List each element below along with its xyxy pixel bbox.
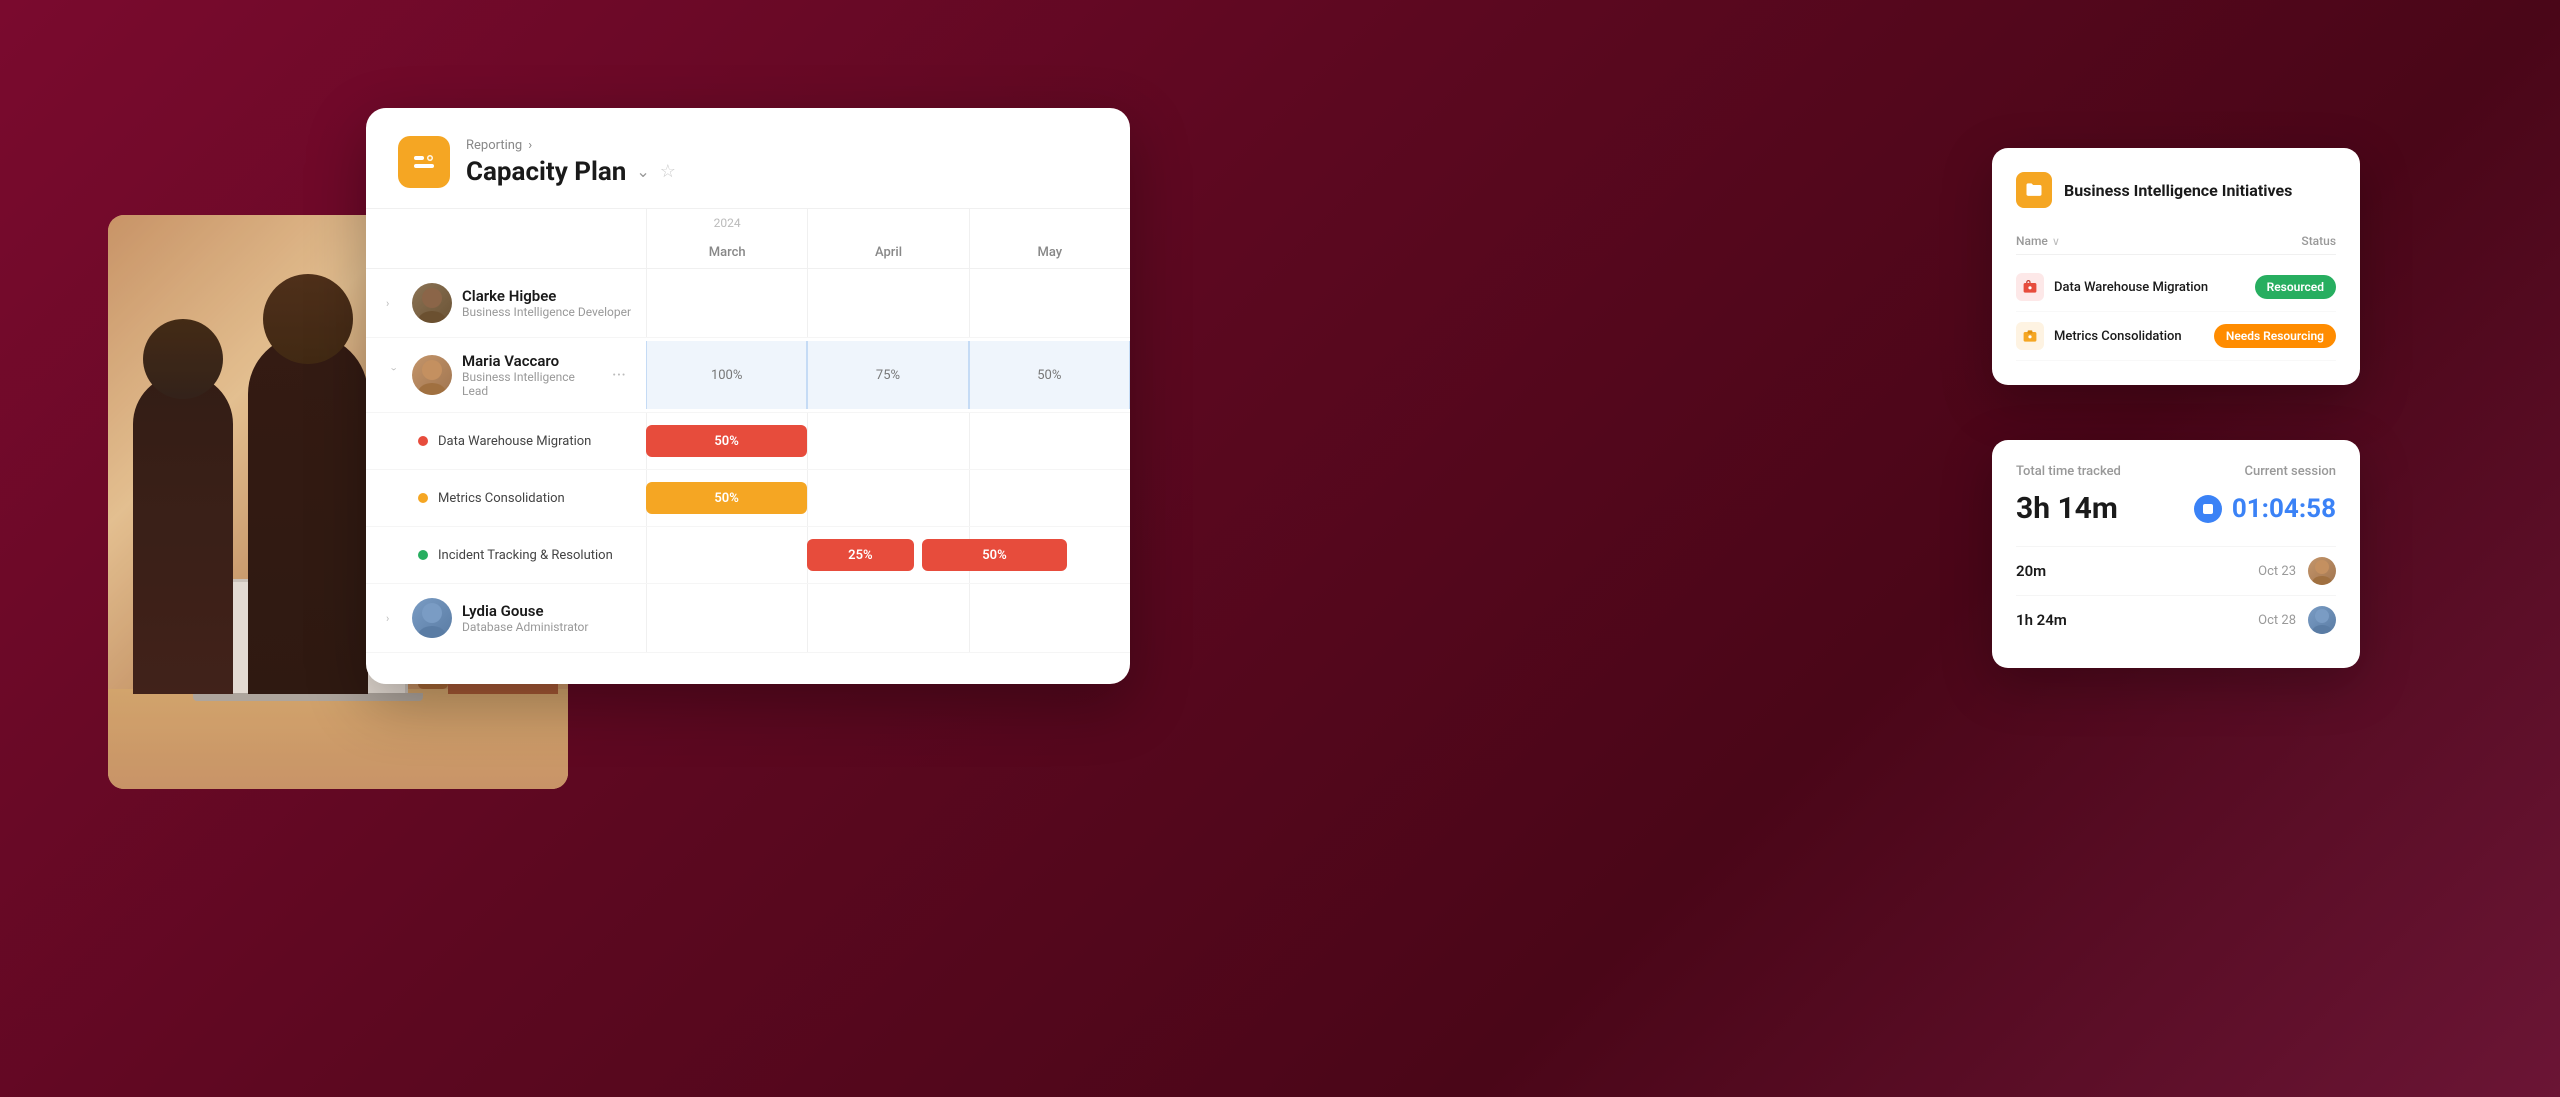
total-time-label: Total time tracked <box>2016 464 2121 479</box>
person-role-clarke: Business Intelligence Developer <box>462 305 634 319</box>
gantt-cell-lydia-april <box>807 584 968 652</box>
dot-it <box>418 550 428 560</box>
time-entry-1: 20m Oct 23 <box>2016 546 2336 595</box>
entry-duration-1: 20m <box>2016 562 2046 580</box>
entry-date-2: Oct 28 <box>2258 613 2296 628</box>
year-label: 2024 <box>646 209 807 237</box>
session-label: Current session <box>2244 464 2336 479</box>
person-name-lydia: Lydia Gouse <box>462 602 634 620</box>
main-card: Reporting › Capacity Plan ⌄ ☆ 2024 Mar <box>366 108 1130 684</box>
dot-dwm <box>418 436 428 446</box>
entry-avatar-2 <box>2308 606 2336 634</box>
person-row-maria: › Maria Vaccaro Business Intelligence Le… <box>366 338 1130 413</box>
subtask-name-mc: Metrics Consolidation <box>438 491 565 506</box>
person-role-maria: Business Intelligence Lead <box>462 370 594 398</box>
person-name-maria: Maria Vaccaro <box>462 352 594 370</box>
bi-row-mc: Metrics Consolidation Needs Resourcing <box>2016 312 2336 361</box>
bi-col-name: Name <box>2016 234 2048 248</box>
status-badge-mc: Needs Resourcing <box>2214 324 2336 348</box>
person-row-lydia: › Lydia Gouse Database Administrator <box>366 584 1130 653</box>
bi-row-name-mc: Metrics Consolidation <box>2054 329 2182 344</box>
bi-col-status: Status <box>2301 234 2336 248</box>
gantt-bar-it-april: 25% <box>807 539 913 571</box>
avatar-clarke <box>412 283 452 323</box>
gantt-cell-clarke-march <box>646 269 807 337</box>
expand-maria-btn[interactable]: › <box>388 367 401 383</box>
page-title: Capacity Plan <box>466 157 626 187</box>
subtask-row-mc: Metrics Consolidation 50% <box>366 470 1130 527</box>
month-may: May <box>969 237 1130 268</box>
star-icon[interactable]: ☆ <box>660 161 676 182</box>
bi-folder-icon <box>2016 172 2052 208</box>
stop-session-btn[interactable] <box>2194 495 2222 523</box>
subtask-row-it: Incident Tracking & Resolution 25% 50% <box>366 527 1130 584</box>
avatar-lydia <box>412 598 452 638</box>
person-role-lydia: Database Administrator <box>462 620 634 634</box>
expand-clarke-btn[interactable]: › <box>386 297 402 310</box>
gantt-bar-it-may: 50% <box>922 539 1067 571</box>
month-march: March <box>646 237 807 268</box>
breadcrumb: Reporting › <box>466 138 676 153</box>
bi-card-title: Business Intelligence Initiatives <box>2064 181 2292 200</box>
bi-task-icon-dwm <box>2016 273 2044 301</box>
card-icon <box>398 136 450 188</box>
subtask-row-dwm: Data Warehouse Migration 50% <box>366 413 1130 470</box>
chevron-down-icon[interactable]: ⌄ <box>636 162 649 181</box>
session-time-value: 01:04:58 <box>2232 494 2336 524</box>
expand-lydia-btn[interactable]: › <box>386 612 402 625</box>
dot-mc <box>418 493 428 503</box>
entry-date-1: Oct 23 <box>2258 564 2296 579</box>
time-tracker-card: Total time tracked Current session 3h 14… <box>1992 440 2360 668</box>
subtask-name-it: Incident Tracking & Resolution <box>438 548 613 563</box>
avatar-maria <box>412 355 452 395</box>
gantt-cap-maria-march: 100% <box>646 341 807 409</box>
person-row-clarke: › Clarke Higbee Business Intelligence De… <box>366 269 1130 338</box>
gantt-cell-clarke-april <box>807 269 968 337</box>
entry-duration-2: 1h 24m <box>2016 611 2067 629</box>
subtask-name-dwm: Data Warehouse Migration <box>438 434 591 449</box>
entry-avatar-1 <box>2308 557 2336 585</box>
bi-initiatives-card: Business Intelligence Initiatives Name ∨… <box>1992 148 2360 385</box>
total-time-value: 3h 14m <box>2016 491 2118 526</box>
gantt-cell-clarke-may <box>969 269 1130 337</box>
status-badge-dwm: Resourced <box>2255 275 2336 299</box>
sort-icon[interactable]: ∨ <box>2052 235 2060 248</box>
gantt-cap-maria-may: 50% <box>969 341 1130 409</box>
bi-task-icon-mc <box>2016 322 2044 350</box>
bi-row-name-dwm: Data Warehouse Migration <box>2054 280 2208 295</box>
time-entry-2: 1h 24m Oct 28 <box>2016 595 2336 644</box>
more-options-maria[interactable]: ··· <box>604 365 634 386</box>
gantt-cell-lydia-may <box>969 584 1130 652</box>
person-name-clarke: Clarke Higbee <box>462 287 634 305</box>
month-april: April <box>807 237 968 268</box>
bi-row-dwm: Data Warehouse Migration Resourced <box>2016 263 2336 312</box>
gantt-bar-dwm: 50% <box>646 425 807 457</box>
gantt-cap-maria-april: 75% <box>807 341 968 409</box>
gantt-bar-mc: 50% <box>646 482 807 514</box>
gantt-cell-lydia-march <box>646 584 807 652</box>
